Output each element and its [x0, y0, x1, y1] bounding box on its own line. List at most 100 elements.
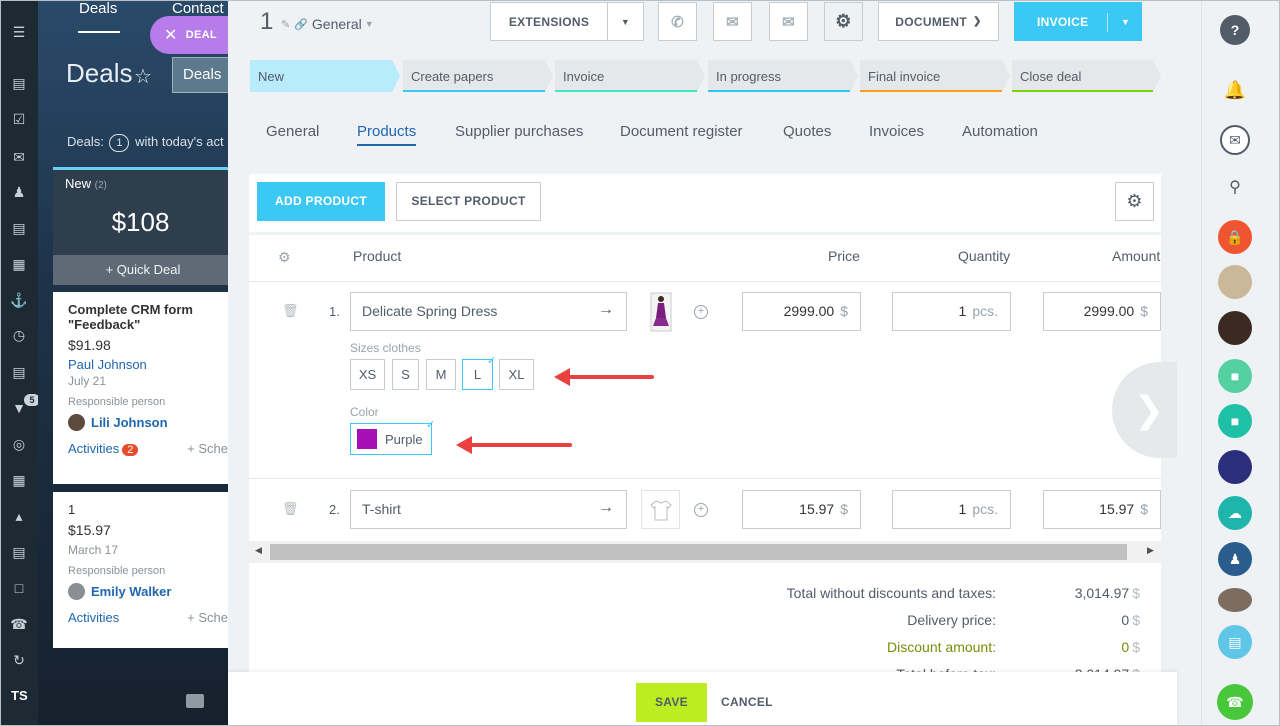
column-settings-icon[interactable]: ⚙	[278, 249, 291, 266]
stage-0[interactable]: New	[250, 60, 400, 92]
avatar[interactable]	[1218, 588, 1252, 612]
stage-4[interactable]: Final invoice	[860, 60, 1010, 92]
tab-document-register[interactable]: Document register	[620, 123, 743, 140]
avatar[interactable]	[1218, 265, 1252, 299]
save-button[interactable]: SAVE	[636, 683, 707, 722]
deal-card-contact[interactable]: Paul Johnson	[68, 357, 218, 372]
sync-icon[interactable]: ↻	[10, 652, 28, 668]
employees-icon[interactable]: ♟	[10, 184, 28, 200]
quantity-field[interactable]: 1 pcs.	[892, 292, 1011, 331]
close-deal-slider-pill[interactable]: ✕ DEAL	[150, 16, 235, 54]
tab-automation[interactable]: Automation	[962, 123, 1038, 140]
add-variant-icon[interactable]: +	[694, 503, 708, 517]
add-variant-icon[interactable]: +	[694, 305, 708, 319]
notifications-icon[interactable]: 🔔	[1218, 73, 1252, 107]
tab-products[interactable]: Products	[357, 123, 416, 140]
sites-icon[interactable]: ▤	[10, 544, 28, 560]
price-field[interactable]: 2999.00 $	[742, 292, 861, 331]
invoice-button[interactable]: INVOICE ▼	[1014, 2, 1142, 41]
select-product-button[interactable]: SELECT PRODUCT	[396, 182, 541, 221]
menu-icon[interactable]: ☰	[10, 24, 28, 40]
avatar[interactable]	[1218, 450, 1252, 484]
delete-icon[interactable]: 🗑	[282, 501, 299, 517]
tab-supplier-purchases[interactable]: Supplier purchases	[455, 123, 583, 140]
horizontal-scrollbar[interactable]: ◀ ▶	[249, 541, 1161, 563]
quick-deal-button[interactable]: + Quick Deal	[53, 255, 228, 285]
product-name-field[interactable]: T-shirt →	[350, 490, 627, 529]
deal-card[interactable]: 1 $15.97 March 17 Responsible person Emi…	[53, 492, 228, 648]
email-button[interactable]: ✉	[713, 2, 752, 41]
help-icon[interactable]: ?	[1220, 15, 1250, 45]
video-call-icon[interactable]: ■	[1218, 404, 1252, 438]
link-icon[interactable]: 🔗	[294, 18, 308, 31]
stage-5[interactable]: Close deal	[1012, 60, 1161, 92]
scroll-right-icon[interactable]: ▶	[1147, 545, 1154, 556]
phone-icon[interactable]: ☎	[10, 616, 28, 632]
call-icon[interactable]: ☎	[1217, 684, 1253, 720]
size-option-s[interactable]: S	[392, 359, 419, 390]
call-button[interactable]: ✆	[658, 2, 697, 41]
print-icon[interactable]	[186, 694, 204, 708]
feed-icon[interactable]: ▤	[10, 75, 28, 91]
scroll-left-icon[interactable]: ◀	[255, 545, 262, 556]
deal-card[interactable]: Complete CRM form "Feedback" $91.98 Paul…	[53, 292, 228, 484]
tab-general[interactable]: General	[266, 123, 319, 140]
product-image[interactable]	[641, 292, 680, 331]
apps-icon[interactable]: ▦	[10, 472, 28, 488]
messenger-icon[interactable]: ✉	[1220, 125, 1250, 155]
amount-field[interactable]: 2999.00 $	[1043, 292, 1161, 331]
activities-link[interactable]: Activities 2	[68, 441, 139, 456]
add-product-button[interactable]: ADD PRODUCT	[257, 182, 385, 221]
price-field[interactable]: 15.97 $	[742, 490, 861, 529]
tab-deals[interactable]: Deals	[79, 0, 117, 34]
product-name-field[interactable]: Delicate Spring Dress →	[350, 292, 627, 331]
avatar[interactable]	[1218, 311, 1252, 345]
time-icon[interactable]: ◷	[10, 327, 28, 343]
store-icon[interactable]: ▴	[10, 508, 28, 524]
product-image[interactable]	[641, 490, 680, 529]
extensions-dropdown-button[interactable]: ▼	[607, 2, 644, 41]
arrow-right-icon[interactable]: →	[598, 499, 614, 517]
contact-center-icon[interactable]: ▤	[1218, 625, 1252, 659]
schedule-link[interactable]: + Sche	[187, 610, 228, 625]
deals-filter-button[interactable]: Deals	[172, 57, 228, 93]
cloud-icon[interactable]: ☁	[1218, 496, 1252, 530]
cancel-button[interactable]: CANCEL	[721, 683, 773, 722]
document-button[interactable]: DOCUMENT ❯	[878, 2, 999, 41]
amount-field[interactable]: 15.97 $	[1043, 490, 1161, 529]
contacts-icon[interactable]: ▤	[10, 220, 28, 236]
documents-icon[interactable]: ▤	[10, 364, 28, 380]
schedule-link[interactable]: + Sche	[187, 441, 228, 456]
tasks-icon[interactable]: ☑	[10, 111, 28, 127]
video-call-icon[interactable]: ■	[1218, 359, 1252, 393]
scrollbar-thumb[interactable]	[270, 544, 1127, 560]
tab-quotes[interactable]: Quotes	[783, 123, 831, 140]
size-option-m[interactable]: M	[426, 359, 456, 390]
stage-3[interactable]: In progress	[708, 60, 858, 92]
deal-card-person[interactable]: Lili Johnson	[68, 414, 218, 431]
stage-1[interactable]: Create papers	[403, 60, 553, 92]
quantity-field[interactable]: 1 pcs.	[892, 490, 1011, 529]
color-option-purple[interactable]: Purple	[350, 423, 432, 455]
extensions-button[interactable]: EXTENSIONS	[490, 2, 607, 41]
size-option-xs[interactable]: XS	[350, 359, 385, 390]
star-icon[interactable]: ☆	[134, 64, 152, 89]
group-chat-icon[interactable]: ♟	[1218, 542, 1252, 576]
stage-2[interactable]: Invoice	[555, 60, 705, 92]
size-option-xl[interactable]: XL	[499, 359, 534, 390]
chat-icon[interactable]: ✉	[10, 149, 28, 165]
deal-category[interactable]: ✎ 🔗 General ▼	[281, 16, 374, 32]
products-settings-button[interactable]: ⚙	[1115, 182, 1154, 221]
user-initials[interactable]: TS	[11, 688, 28, 703]
delete-icon[interactable]: 🗑	[282, 303, 299, 319]
arrow-right-icon[interactable]: →	[598, 301, 614, 319]
settings-button[interactable]: ⚙	[824, 2, 863, 41]
target-icon[interactable]: ◎	[10, 436, 28, 452]
edit-icon[interactable]: ✎	[281, 18, 290, 31]
shop-icon[interactable]: ⚓	[10, 292, 28, 308]
chat-button[interactable]: ✉	[769, 2, 808, 41]
lock-icon[interactable]: 🔒	[1218, 220, 1252, 254]
search-icon[interactable]: ⚲	[1218, 170, 1252, 204]
window-icon[interactable]: □	[10, 580, 28, 596]
deal-card-person[interactable]: Emily Walker	[68, 583, 218, 600]
